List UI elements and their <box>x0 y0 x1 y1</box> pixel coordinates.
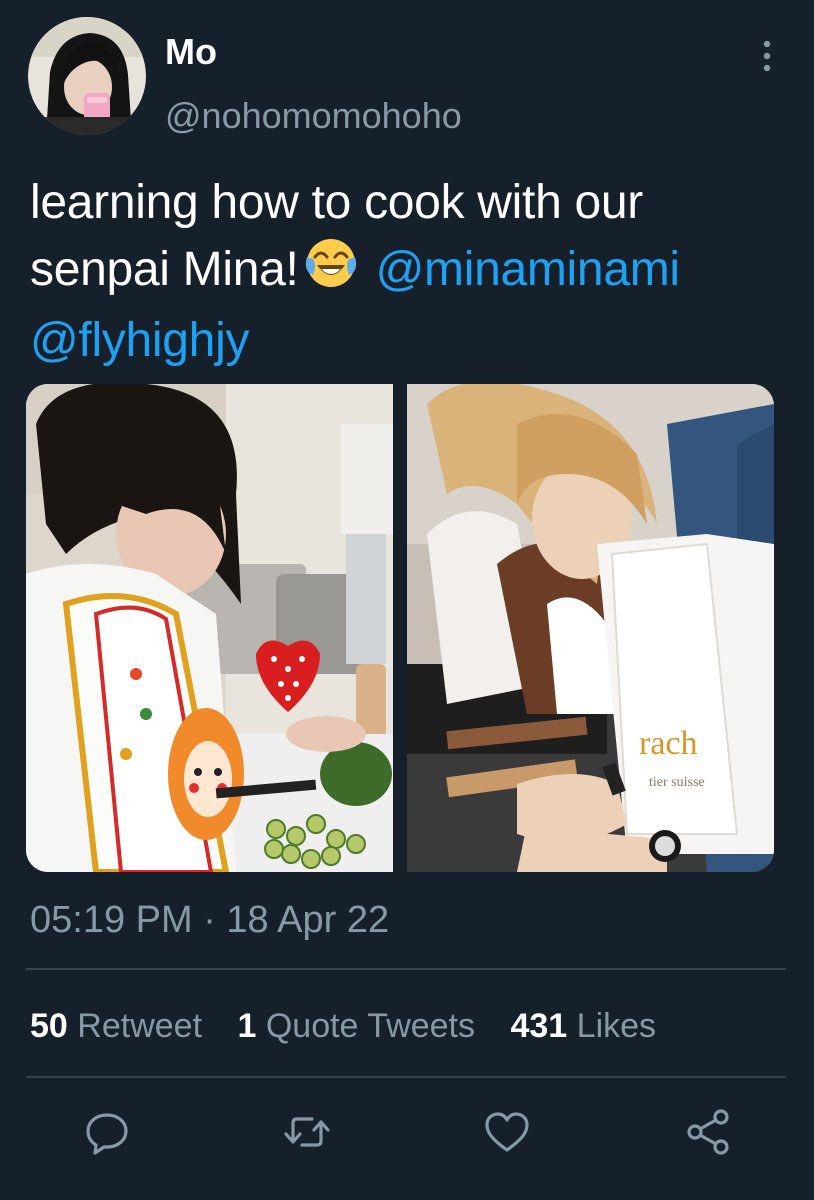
share-icon <box>687 1109 729 1155</box>
quote-count-link[interactable]: 1 Quote Tweets <box>237 1004 475 1048</box>
tweet-text-line1: learning how to cook with our <box>30 176 643 229</box>
avatar-image <box>28 17 146 135</box>
retweet-button[interactable] <box>282 1107 332 1157</box>
tweet-text-line2: senpai Mina! <box>30 243 299 296</box>
svg-text:tier suisse: tier suisse <box>649 775 705 790</box>
photo-image <box>26 384 393 872</box>
reply-button[interactable] <box>82 1107 132 1157</box>
reply-icon <box>86 1113 128 1155</box>
more-options-button[interactable] <box>750 36 784 76</box>
user-handle[interactable]: @nohomomohoho <box>165 94 462 138</box>
like-count-link[interactable]: 431 Likes <box>510 1004 656 1048</box>
retweet-label: Retweet <box>77 1007 203 1045</box>
quote-label: Quote Tweets <box>265 1007 476 1045</box>
divider <box>26 1076 786 1078</box>
media-photo-left[interactable] <box>26 384 393 872</box>
quote-count: 1 <box>237 1007 257 1045</box>
media-grid: rach tier suisse <box>26 384 774 872</box>
mention-flyhighjy[interactable]: @flyhighjy <box>30 314 249 367</box>
divider <box>26 968 786 970</box>
engagement-stats: 50 Retweet 1 Quote Tweets 431 Likes <box>30 1004 682 1048</box>
face-with-tears-of-joy-icon <box>303 235 359 308</box>
like-count: 431 <box>510 1007 568 1045</box>
retweet-icon <box>284 1117 330 1147</box>
avatar[interactable] <box>28 17 146 135</box>
more-vertical-icon <box>763 40 771 72</box>
retweet-count: 50 <box>30 1007 68 1045</box>
retweet-count-link[interactable]: 50 Retweet <box>30 1004 202 1048</box>
tweet-text: learning how to cook with our senpai Min… <box>30 170 800 373</box>
mention-minaminami[interactable]: @minaminami <box>376 243 680 296</box>
svg-text:rach: rach <box>639 725 698 762</box>
media-photo-right[interactable]: rach tier suisse <box>407 384 774 872</box>
share-button[interactable] <box>684 1107 734 1157</box>
like-button[interactable] <box>482 1107 532 1157</box>
display-name[interactable]: Mo <box>165 30 217 74</box>
photo-image: rach tier suisse <box>407 384 774 872</box>
like-icon <box>485 1112 529 1152</box>
tweet-timestamp[interactable]: 05:19 PM · 18 Apr 22 <box>30 897 389 943</box>
like-label: Likes <box>576 1007 657 1045</box>
